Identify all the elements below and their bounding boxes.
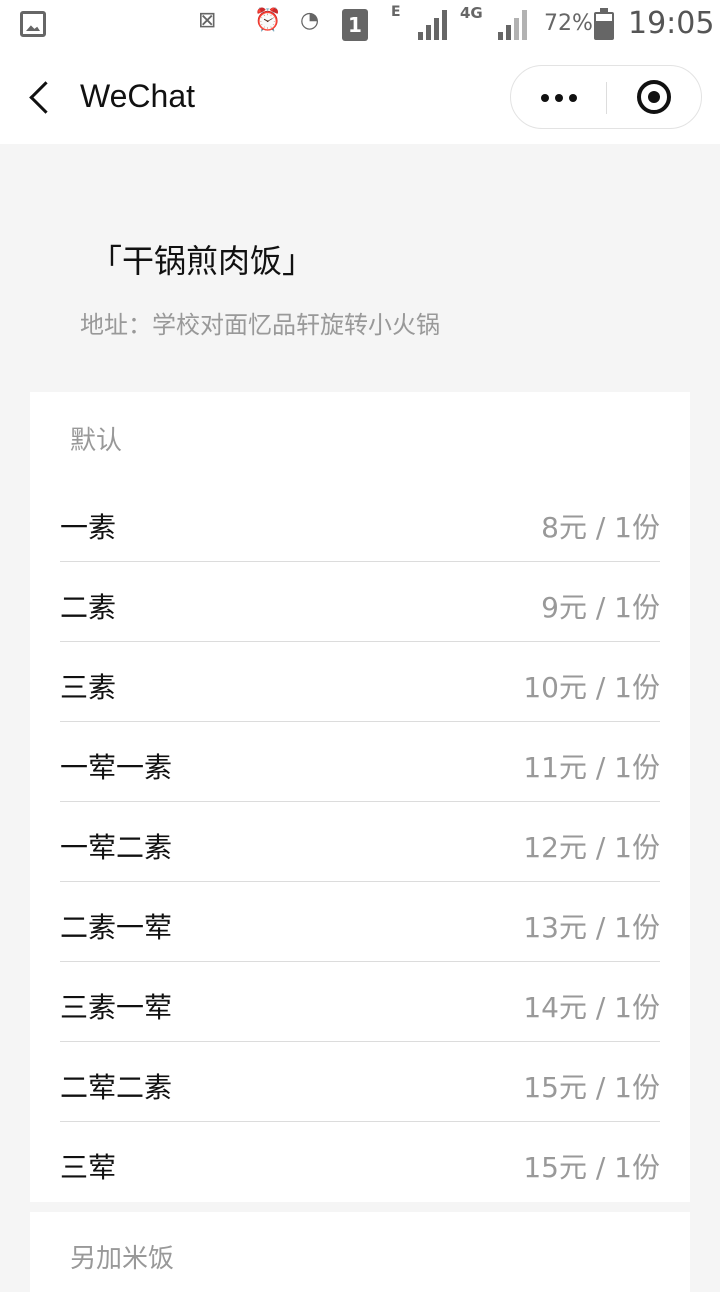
menu-item-price: 11元 / 1份 (523, 751, 660, 784)
sim-icon: 1 (342, 9, 368, 41)
menu-item-price: 10元 / 1份 (523, 671, 660, 704)
navigation-bar: WeChat (0, 50, 720, 144)
menu-item-price: 9元 / 1份 (541, 591, 660, 624)
network-4g-label: 4G (460, 4, 483, 22)
menu-item[interactable]: 二素一荤 13元 / 1份 (60, 882, 660, 962)
menu-item[interactable]: 一荤二素 12元 / 1份 (60, 802, 660, 882)
menu-section-extra-rice: 另加米饭 (30, 1212, 690, 1292)
alarm-icon: ⏰ (254, 8, 282, 33)
more-options-button[interactable] (511, 66, 607, 128)
menu-item[interactable]: 三荤 15元 / 1份 (60, 1122, 660, 1202)
section-header: 默认 (70, 426, 123, 456)
network-type-label: E (391, 4, 401, 20)
menu-item-name: 二素一荤 (60, 911, 173, 944)
menu-item-name: 一荤二素 (60, 831, 173, 864)
more-dots-icon (541, 94, 549, 102)
menu-item-name: 三素一荤 (60, 991, 173, 1024)
menu-item[interactable]: 三素一荤 14元 / 1份 (60, 962, 660, 1042)
menu-item-name: 一素 (60, 511, 117, 544)
menu-item-price: 12元 / 1份 (523, 831, 660, 864)
menu-section-default: 默认 一素 8元 / 1份 二素 9元 / 1份 三素 10元 / 1份 一荤一… (30, 392, 690, 1202)
menu-item-name: 二素 (60, 591, 117, 624)
status-bar: ⊠ ⏰ ◔ 1 E 4G 72% 19:05 (0, 0, 720, 50)
menu-item[interactable]: 三素 10元 / 1份 (60, 642, 660, 722)
battery-percent: 72% (544, 11, 593, 36)
menu-item-price: 15元 / 1份 (523, 1151, 660, 1184)
menu-item-price: 13元 / 1份 (523, 911, 660, 944)
signal-icon (418, 10, 452, 40)
mini-program-capsule (510, 65, 702, 129)
gallery-notification-icon (20, 11, 46, 37)
wifi-icon: ◔ (300, 8, 320, 33)
menu-item[interactable]: 二素 9元 / 1份 (60, 562, 660, 642)
section-header: 另加米饭 (70, 1244, 175, 1274)
menu-item-name: 二荤二素 (60, 1071, 173, 1104)
close-mini-program-button[interactable] (607, 66, 703, 128)
menu-item-name: 一荤一素 (60, 751, 173, 784)
shop-address: 地址：学校对面忆品轩旋转小火锅 (80, 311, 440, 339)
menu-item[interactable]: 一素 8元 / 1份 (60, 482, 660, 562)
signal-icon-2 (498, 10, 532, 40)
menu-item-name: 三素 (60, 671, 117, 704)
battery-icon (594, 8, 614, 40)
menu-item-price: 15元 / 1份 (523, 1071, 660, 1104)
clock: 19:05 (628, 6, 715, 41)
menu-item-name: 三荤 (60, 1151, 117, 1184)
menu-item[interactable]: 二荤二素 15元 / 1份 (60, 1042, 660, 1122)
menu-item-price: 14元 / 1份 (523, 991, 660, 1024)
page-title: WeChat (80, 78, 196, 114)
back-arrow-icon[interactable] (24, 74, 64, 120)
menu-item[interactable]: 一荤一素 11元 / 1份 (60, 722, 660, 802)
menu-item-price: 8元 / 1份 (541, 511, 660, 544)
shop-title: 「干锅煎肉饭」 (90, 242, 315, 280)
vibrate-icon: ⊠ (198, 8, 217, 33)
